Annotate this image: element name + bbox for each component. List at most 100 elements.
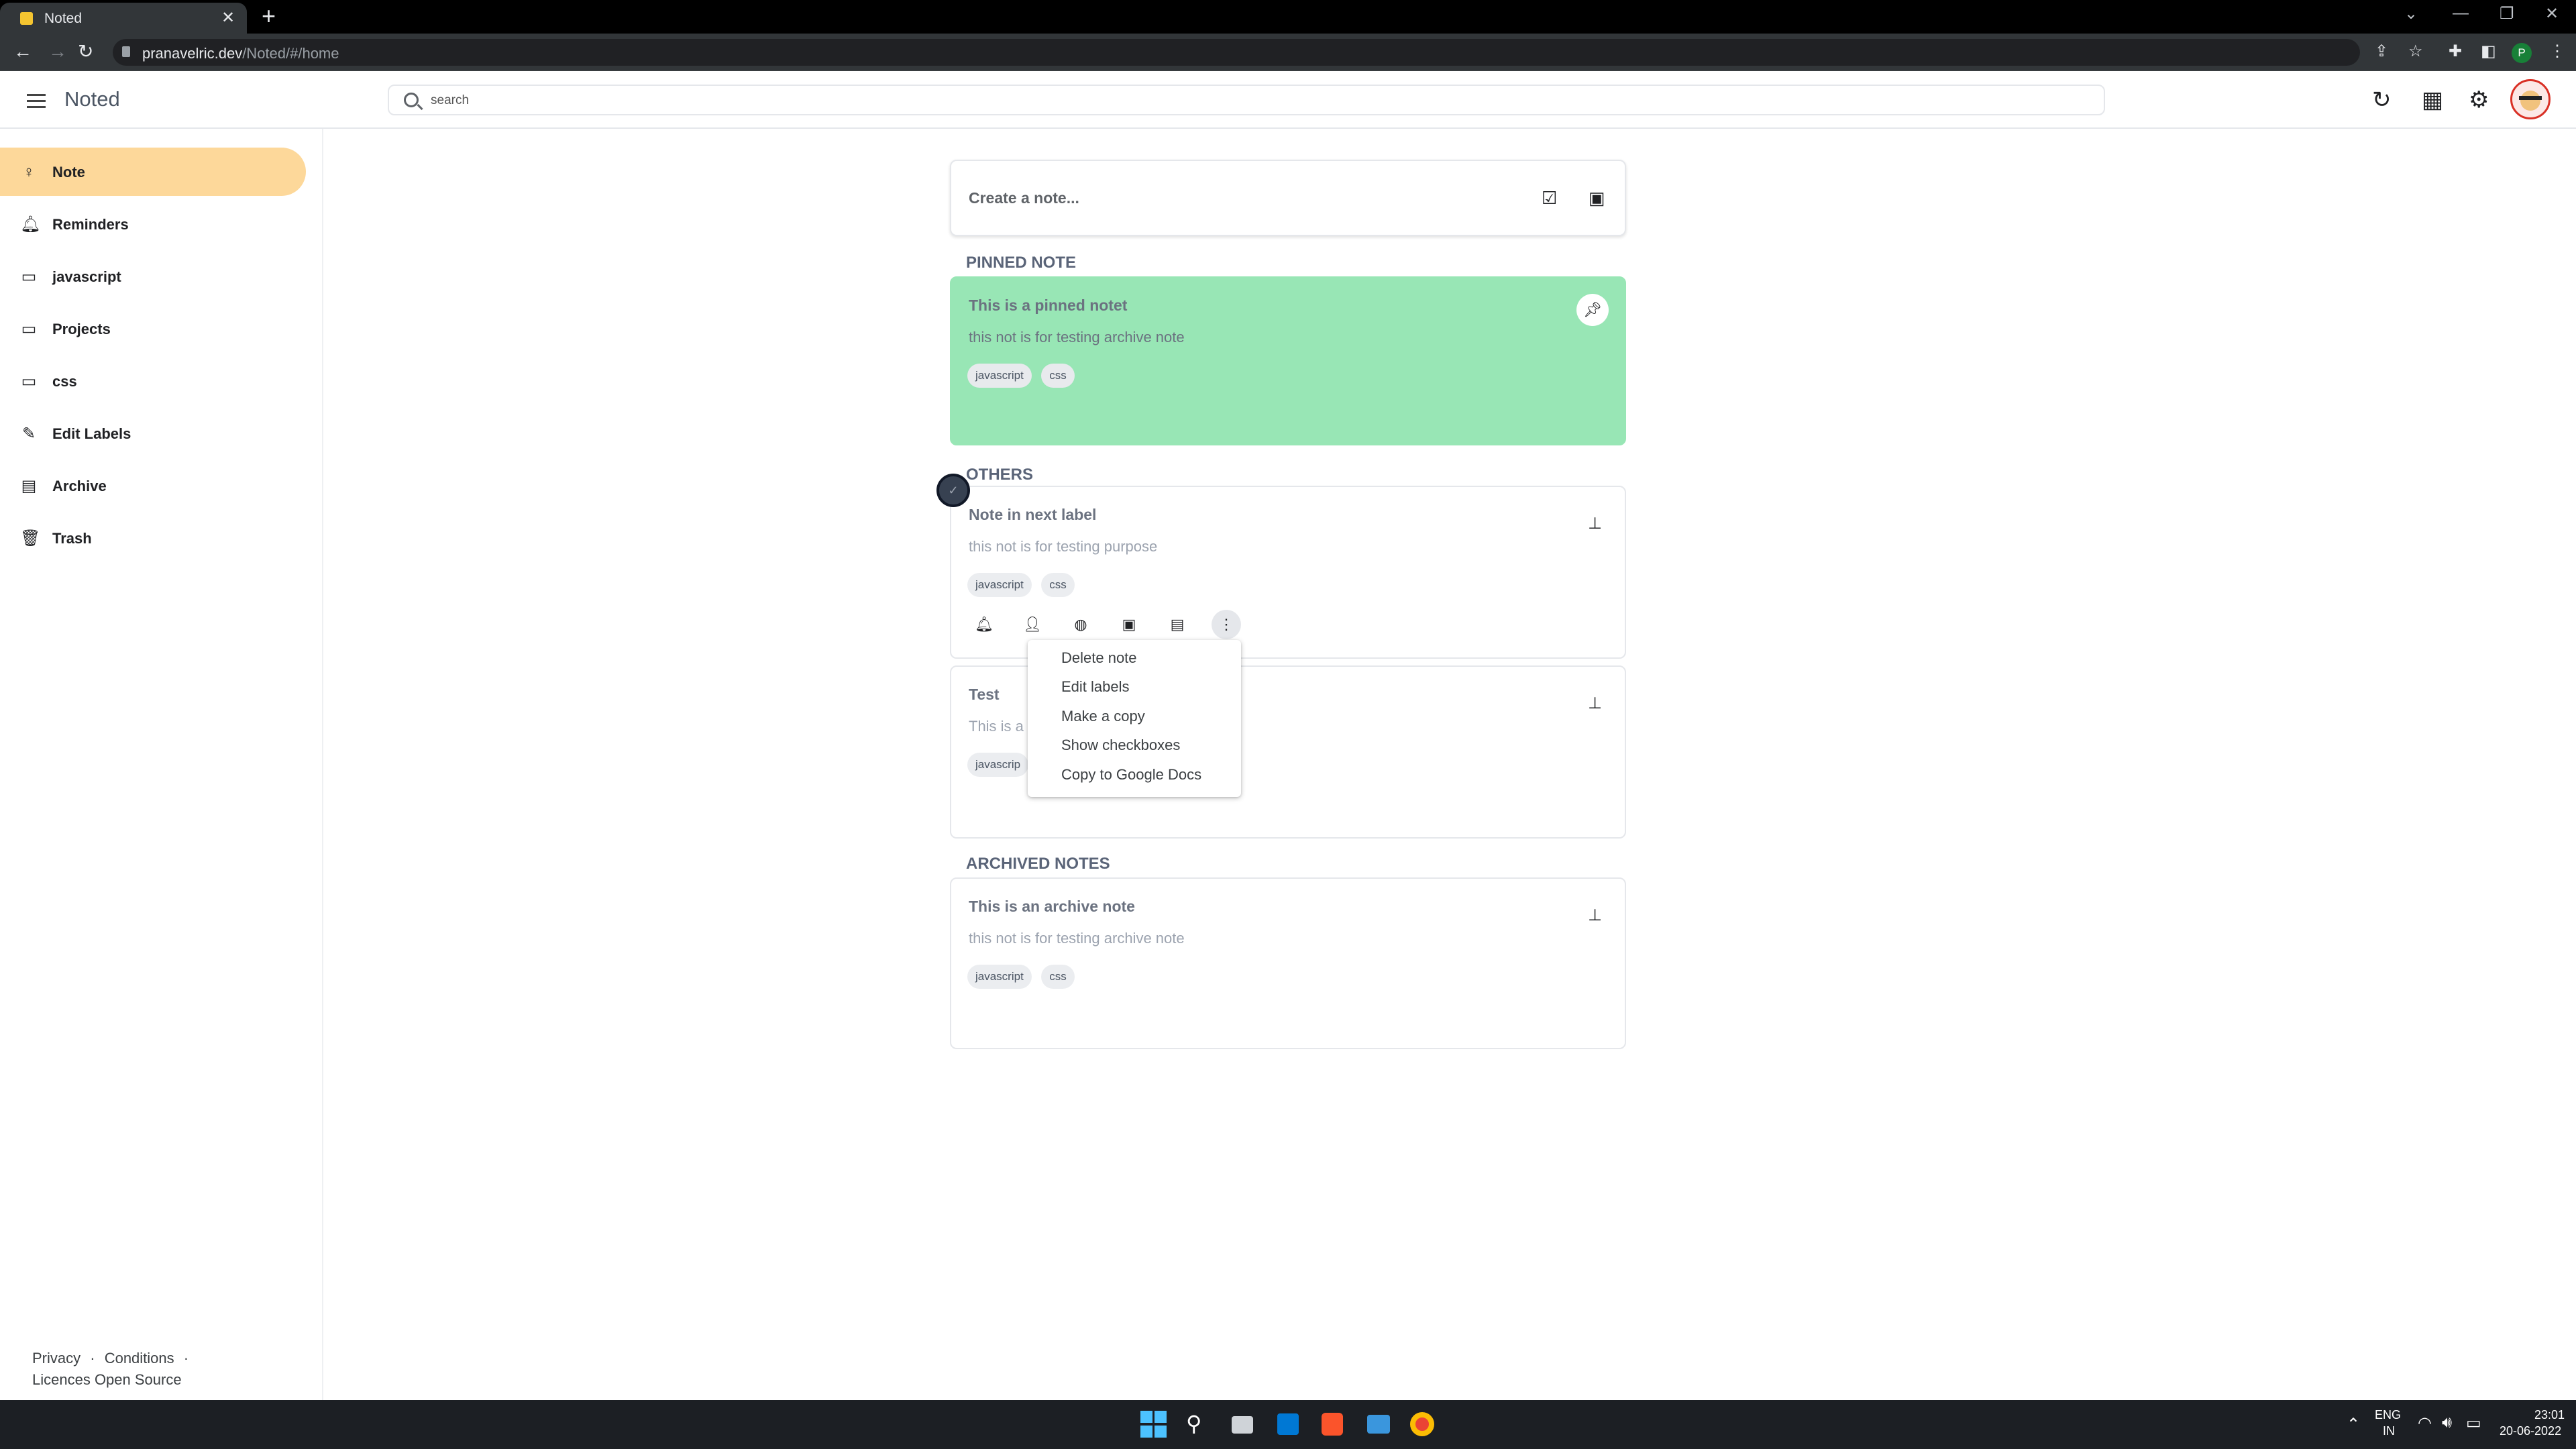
archived-section-heading: ARCHIVED NOTES bbox=[966, 855, 1110, 873]
close-window-icon[interactable]: ✕ bbox=[2545, 4, 2559, 23]
reload-icon[interactable]: ↻ bbox=[78, 42, 93, 62]
wifi-icon[interactable]: ◠ bbox=[2418, 1413, 2432, 1433]
archive-note-icon[interactable]: ▤ bbox=[1166, 613, 1189, 636]
tag-chip[interactable]: css bbox=[1041, 364, 1075, 388]
tab-search-chevron-icon[interactable]: ⌄ bbox=[2404, 4, 2418, 23]
tag-chip[interactable]: javascript bbox=[967, 573, 1032, 597]
sidebar-item-label: Archive bbox=[52, 478, 107, 494]
menu-item-copy-google-docs[interactable]: Copy to Google Docs bbox=[1061, 766, 1201, 784]
clock-time[interactable]: 23:01 bbox=[2534, 1408, 2565, 1422]
tag-chip[interactable]: javascript bbox=[967, 364, 1032, 388]
battery-icon[interactable]: ▭ bbox=[2466, 1413, 2481, 1433]
sidebar-item-label: Note bbox=[52, 164, 85, 180]
share-icon[interactable]: ⇪ bbox=[2375, 42, 2388, 61]
vscode-icon[interactable] bbox=[1367, 1415, 1390, 1434]
hamburger-menu-icon[interactable] bbox=[27, 94, 46, 112]
conditions-link[interactable]: Conditions bbox=[105, 1350, 174, 1366]
tab-close-icon[interactable]: ✕ bbox=[221, 8, 235, 28]
language-indicator[interactable]: ENG bbox=[2375, 1408, 2401, 1422]
create-note-input[interactable]: Create a note... bbox=[969, 189, 1079, 207]
create-note-box[interactable]: Create a note... ☑ ▣ bbox=[950, 160, 1626, 236]
note-body: This is a t bbox=[969, 718, 1032, 735]
restore-icon[interactable]: ❐ bbox=[2500, 4, 2514, 23]
chrome-icon[interactable] bbox=[1410, 1412, 1434, 1436]
palette-icon[interactable]: ◍ bbox=[1069, 613, 1092, 636]
menu-item-show-checkboxes[interactable]: Show checkboxes bbox=[1061, 737, 1180, 754]
pinned-note-card[interactable]: This is a pinned notet this not is for t… bbox=[950, 276, 1626, 445]
browser-tab[interactable]: Noted ✕ bbox=[0, 3, 247, 34]
pin-note-icon[interactable]: ⊥ bbox=[1588, 514, 1602, 533]
settings-gear-icon[interactable]: ⚙ bbox=[2469, 87, 2489, 113]
select-note-check-icon[interactable]: ✓ bbox=[936, 474, 970, 507]
region-indicator: IN bbox=[2383, 1424, 2395, 1438]
new-tab-button[interactable]: + bbox=[262, 4, 276, 28]
tag-chip[interactable]: javascript bbox=[967, 965, 1032, 989]
note-card[interactable]: Note in next label this not is for testi… bbox=[950, 486, 1626, 659]
collaborator-icon[interactable]: 👤︎ bbox=[1021, 613, 1044, 636]
sidebar-item-trash[interactable]: 🗑︎ Trash bbox=[0, 514, 306, 562]
sidebar-item-css[interactable]: ▭ css bbox=[0, 357, 306, 405]
search-input[interactable]: search bbox=[431, 93, 469, 108]
search-icon bbox=[404, 93, 419, 107]
browser-menu-icon[interactable]: ⋮ bbox=[2549, 42, 2565, 61]
start-windows-icon[interactable] bbox=[1140, 1411, 1167, 1438]
archived-note-card[interactable]: This is an archive note this not is for … bbox=[950, 877, 1626, 1049]
privacy-link[interactable]: Privacy bbox=[32, 1350, 80, 1366]
sidebar-item-javascript[interactable]: ▭ javascript bbox=[0, 252, 306, 301]
sidebar-item-projects[interactable]: ▭ Projects bbox=[0, 305, 306, 353]
avatar-face bbox=[2520, 91, 2540, 111]
note-context-menu: Delete note Edit labels Make a copy Show… bbox=[1028, 640, 1241, 797]
sidebar-item-label: Edit Labels bbox=[52, 425, 131, 442]
sidebar-item-label: javascript bbox=[52, 268, 121, 285]
more-options-icon[interactable]: ⋮ bbox=[1212, 610, 1241, 639]
label-icon: ▭ bbox=[21, 320, 37, 338]
browser-profile-avatar[interactable]: P bbox=[2512, 43, 2532, 63]
tag-chip[interactable]: css bbox=[1041, 965, 1075, 989]
clock-date[interactable]: 20-06-2022 bbox=[2500, 1424, 2561, 1438]
sidebar-item-edit-labels[interactable]: ✎ Edit Labels bbox=[0, 409, 306, 458]
note-body: this not is for testing purpose bbox=[969, 538, 1158, 555]
store-icon[interactable] bbox=[1277, 1413, 1299, 1435]
extensions-icon[interactable]: ✚ bbox=[2449, 42, 2462, 61]
user-avatar[interactable] bbox=[2510, 79, 2551, 119]
url-text: pranavelric.dev/Noted/#/home bbox=[142, 45, 339, 62]
remind-bell-icon[interactable]: 🔔︎ bbox=[973, 613, 996, 636]
new-list-checkbox-icon[interactable]: ☑ bbox=[1542, 188, 1557, 209]
taskbar-search-icon[interactable]: ⚲ bbox=[1186, 1411, 1213, 1438]
minimize-icon[interactable]: — bbox=[2453, 4, 2469, 23]
licences-link[interactable]: Licences Open Source bbox=[32, 1371, 182, 1389]
footer-separator: · bbox=[183, 1350, 189, 1366]
sidebar-item-reminders[interactable]: 🔔︎ Reminders bbox=[0, 200, 306, 248]
unpin-note-icon[interactable]: 📌︎ bbox=[1576, 294, 1609, 326]
bookmark-star-icon[interactable]: ☆ bbox=[2408, 42, 2423, 61]
tray-overflow-chevron-icon[interactable]: ⌃ bbox=[2347, 1415, 2360, 1434]
search-bar[interactable]: search bbox=[388, 85, 2105, 115]
windows-taskbar: ⚲ ⌃ ENG IN ◠ 🔊︎ ▭ 23:01 20-06-2022 bbox=[0, 1400, 2576, 1449]
menu-item-delete-note[interactable]: Delete note bbox=[1061, 649, 1137, 667]
apps-grid-icon[interactable]: ▦ bbox=[2422, 87, 2443, 113]
menu-item-edit-labels[interactable]: Edit labels bbox=[1061, 678, 1130, 696]
note-title: This is a pinned notet bbox=[969, 297, 1128, 314]
back-icon[interactable]: ← bbox=[13, 42, 32, 62]
menu-item-make-copy[interactable]: Make a copy bbox=[1061, 708, 1145, 725]
trash-icon: 🗑︎ bbox=[20, 529, 41, 547]
new-image-note-icon[interactable]: ▣ bbox=[1589, 188, 1605, 209]
refresh-icon[interactable]: ↻ bbox=[2372, 87, 2392, 113]
pin-note-icon[interactable]: ⊥ bbox=[1588, 906, 1602, 925]
sidebar-item-archive[interactable]: ▤ Archive bbox=[0, 462, 306, 510]
brave-browser-icon[interactable] bbox=[1322, 1413, 1343, 1436]
sidebar-item-label: Projects bbox=[52, 321, 111, 337]
tag-chip[interactable]: javascrip bbox=[967, 753, 1029, 777]
side-panel-icon[interactable]: ◧ bbox=[2481, 42, 2496, 61]
browser-tab-bar: Noted ✕ + ⌄ — ❐ ✕ bbox=[0, 0, 2576, 34]
tag-chip[interactable]: css bbox=[1041, 573, 1075, 597]
note-title: Note in next label bbox=[969, 506, 1097, 523]
volume-icon[interactable]: 🔊︎ bbox=[2442, 1413, 2452, 1432]
forward-icon[interactable]: → bbox=[48, 42, 67, 62]
note-title: Test bbox=[969, 686, 1000, 703]
pin-note-icon[interactable]: ⊥ bbox=[1588, 694, 1602, 713]
address-bar[interactable]: pranavelric.dev/Noted/#/home bbox=[113, 39, 2360, 66]
add-image-icon[interactable]: ▣ bbox=[1118, 613, 1140, 636]
sidebar-item-note[interactable]: ♀ Note bbox=[0, 148, 306, 196]
file-explorer-icon[interactable] bbox=[1232, 1416, 1253, 1434]
